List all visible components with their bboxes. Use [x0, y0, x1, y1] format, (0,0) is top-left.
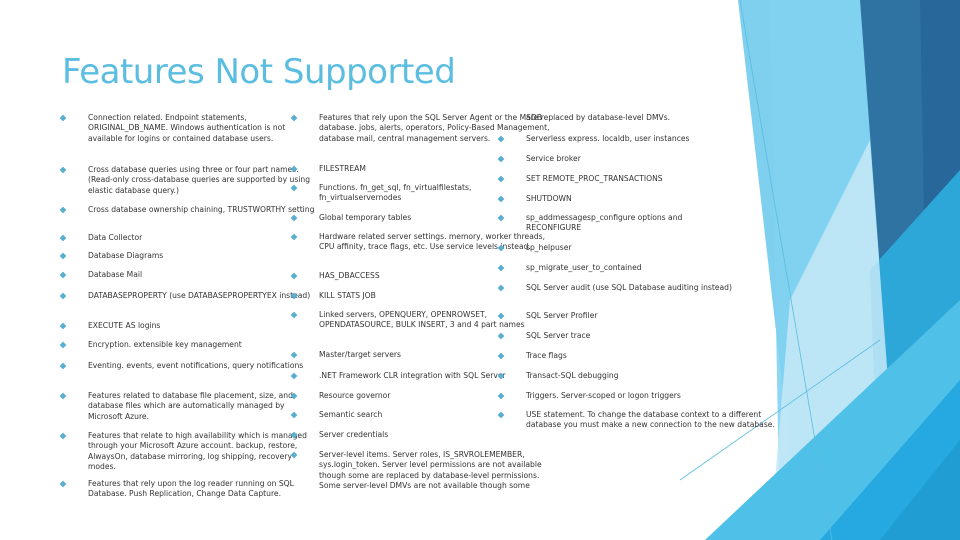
diamond-bullet-icon	[59, 432, 67, 440]
diamond-bullet-icon	[59, 252, 67, 260]
diamond-bullet-icon	[290, 311, 298, 319]
list-item: Eventing. events, event notifications, q…	[59, 361, 318, 371]
diamond-bullet-icon	[497, 372, 505, 380]
diamond-bullet-icon	[497, 155, 505, 163]
diamond-bullet-icon	[59, 234, 67, 242]
diamond-bullet-icon	[59, 206, 67, 214]
diamond-bullet-icon	[497, 411, 505, 419]
diamond-bullet-icon	[59, 292, 67, 300]
diamond-bullet-icon	[497, 214, 505, 222]
list-item: Database Diagrams	[59, 251, 318, 261]
list-item: EXECUTE AS logins	[59, 321, 318, 331]
diamond-bullet-icon	[290, 233, 298, 241]
list-item: Connection related. Endpoint statements,…	[59, 113, 318, 144]
list-item: SET REMOTE_PROC_TRANSACTIONS	[497, 174, 791, 184]
list-item: Triggers. Server-scoped or logon trigger…	[497, 391, 791, 401]
slide-title: Features Not Supported	[62, 52, 456, 92]
diamond-bullet-icon	[497, 392, 505, 400]
list-item: Features related to database file placem…	[59, 391, 318, 422]
diamond-bullet-icon	[59, 322, 67, 330]
list-item: Cross database ownership chaining, TRUST…	[59, 205, 318, 215]
diamond-bullet-icon	[290, 351, 298, 359]
list-item: Database Mail	[59, 270, 318, 280]
list-item: DATABASEPROPERTY (use DATABASEPROPERTYEX…	[59, 291, 318, 301]
diamond-bullet-icon	[497, 135, 505, 143]
diamond-bullet-icon	[290, 272, 298, 280]
list-item: Cross database queries using three or fo…	[59, 165, 318, 196]
list-item: Data Collector	[59, 233, 318, 243]
list-item: SHUTDOWN	[497, 194, 791, 204]
list-item: SQL Server trace	[497, 331, 791, 341]
diamond-bullet-icon	[497, 284, 505, 292]
diamond-bullet-icon	[497, 244, 505, 252]
diamond-bullet-icon	[290, 392, 298, 400]
diamond-bullet-icon	[59, 362, 67, 370]
diamond-bullet-icon	[59, 166, 67, 174]
list-item: Server-level items. Server roles, IS_SRV…	[290, 450, 552, 492]
list-item: SQL Server audit (use SQL Database audit…	[497, 283, 756, 293]
diamond-bullet-icon	[59, 392, 67, 400]
diamond-bullet-icon	[290, 114, 298, 122]
list-item: USE statement. To change the database co…	[497, 410, 791, 431]
diamond-bullet-icon	[290, 451, 298, 459]
list-item: sp_migrate_user_to_contained	[497, 263, 791, 273]
diamond-bullet-icon	[59, 480, 67, 488]
diamond-bullet-icon	[497, 264, 505, 272]
diamond-bullet-icon	[59, 341, 67, 349]
list-item-continuation: are replaced by database-level DMVs.	[526, 113, 671, 122]
list-item: FILESTREAM	[290, 164, 552, 174]
diamond-bullet-icon	[497, 175, 505, 183]
list-item: Service broker	[497, 154, 791, 164]
diamond-bullet-icon	[59, 114, 67, 122]
diamond-bullet-icon	[290, 431, 298, 439]
diamond-bullet-icon	[290, 165, 298, 173]
list-item: Features that rely upon the log reader r…	[59, 479, 318, 500]
diamond-bullet-icon	[290, 292, 298, 300]
list-item: Transact-SQL debugging	[497, 371, 791, 381]
list-item: Encryption. extensible key management	[59, 340, 318, 350]
list-item: sp_helpuser	[497, 243, 791, 253]
list-item: Trace flags	[497, 351, 791, 361]
diamond-bullet-icon	[497, 352, 505, 360]
diamond-bullet-icon	[497, 312, 505, 320]
list-item: Server credentials	[290, 430, 552, 440]
diamond-bullet-icon	[290, 372, 298, 380]
diamond-bullet-icon	[497, 195, 505, 203]
diamond-bullet-icon	[497, 332, 505, 340]
list-item: sp_addmessagesp_configure options and RE…	[497, 213, 736, 234]
diamond-bullet-icon	[290, 184, 298, 192]
list-item: Serverless express. localdb, user instan…	[497, 134, 791, 144]
diamond-bullet-icon	[290, 411, 298, 419]
diamond-bullet-icon	[59, 271, 67, 279]
list-item: Features that relate to high availabilit…	[59, 431, 318, 473]
list-item: SQL Server Profiler	[497, 311, 791, 321]
diamond-bullet-icon	[290, 214, 298, 222]
